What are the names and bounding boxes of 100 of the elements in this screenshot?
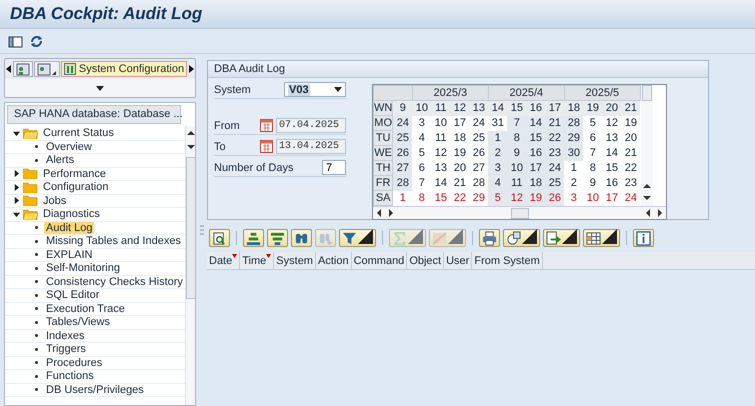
- icon-tab[interactable]: [34, 61, 60, 77]
- number-field[interactable]: 7: [322, 160, 346, 175]
- tree-item[interactable]: Indexes: [44, 330, 87, 342]
- scroll-right-icon[interactable]: [656, 209, 664, 217]
- calendar-day[interactable]: 12: [507, 190, 526, 206]
- week-number[interactable]: 14: [488, 100, 508, 116]
- column-header[interactable]: From System: [472, 252, 543, 269]
- date-field[interactable]: 07.04.2025: [276, 118, 346, 133]
- filter-button[interactable]: [339, 229, 376, 247]
- system-dropdown[interactable]: V03: [284, 82, 346, 97]
- tree-item[interactable]: Tables/Views: [44, 316, 112, 328]
- panel-toggle-icon[interactable]: [8, 34, 23, 48]
- details-button[interactable]: [209, 229, 230, 247]
- calendar-day[interactable]: 31: [488, 116, 508, 130]
- scroll-down-icon[interactable]: [642, 194, 651, 202]
- calendar-day[interactable]: 23: [545, 146, 564, 160]
- find-button[interactable]: [291, 229, 312, 247]
- expand-arrow-icon[interactable]: [13, 197, 20, 204]
- calendar-day[interactable]: 15: [526, 130, 546, 146]
- scroll-up-icon[interactable]: [642, 182, 651, 190]
- column-header[interactable]: Command: [352, 252, 408, 269]
- week-number[interactable]: 12: [450, 100, 470, 116]
- tree-folder-label[interactable]: Current Status: [41, 127, 116, 140]
- week-number[interactable]: 11: [431, 100, 450, 116]
- week-number[interactable]: 20: [602, 100, 622, 116]
- calendar-day[interactable]: 21: [545, 116, 564, 130]
- calendar-icon[interactable]: [260, 119, 273, 132]
- dropdown-arrow-icon[interactable]: [334, 87, 342, 92]
- calendar-day[interactable]: 16: [526, 146, 546, 160]
- menu-arrow-icon[interactable]: [602, 229, 617, 244]
- tree-item[interactable]: Missing Tables and Indexes: [44, 235, 183, 248]
- calendar-day[interactable]: 8: [507, 130, 526, 146]
- sort-up-button[interactable]: [243, 229, 264, 247]
- week-number[interactable]: 18: [564, 100, 584, 116]
- icon-tab[interactable]: [12, 61, 33, 77]
- tree-item[interactable]: Self-Monitoring: [44, 262, 122, 274]
- calendar-day[interactable]: 29: [564, 130, 584, 146]
- tree-item[interactable]: Alerts: [44, 154, 76, 166]
- system-configuration-tab[interactable]: System Configuration: [60, 61, 188, 77]
- calendar-day[interactable]: 18: [526, 176, 546, 190]
- tree-item[interactable]: Triggers: [44, 343, 88, 356]
- date-field[interactable]: 13.04.2025: [276, 139, 346, 154]
- calendar-day[interactable]: 10: [507, 160, 526, 176]
- calendar-day[interactable]: 4: [488, 176, 508, 190]
- calendar-day[interactable]: 28: [564, 116, 584, 130]
- week-number[interactable]: 16: [526, 100, 546, 116]
- column-header[interactable]: Date: [207, 252, 240, 269]
- calendar-day[interactable]: 25: [545, 176, 564, 190]
- splitter-handle-icon[interactable]: [200, 224, 204, 236]
- collapse-arrow-icon[interactable]: [13, 130, 20, 137]
- column-header[interactable]: System: [274, 252, 316, 269]
- menu-arrow-icon[interactable]: [358, 229, 373, 244]
- week-number[interactable]: 17: [545, 100, 564, 116]
- calendar-day[interactable]: 11: [507, 176, 526, 190]
- tree-item[interactable]: Functions: [44, 370, 96, 382]
- scroll-thumb[interactable]: [186, 157, 195, 299]
- tree-item[interactable]: Audit Log: [44, 222, 94, 234]
- calendar-day[interactable]: 14: [526, 116, 546, 130]
- scroll-left-icon[interactable]: [375, 209, 383, 217]
- calendar-day[interactable]: 22: [545, 130, 564, 146]
- calendar-icon[interactable]: [260, 140, 273, 153]
- calendar-day[interactable]: 24: [545, 160, 564, 176]
- layout-button[interactable]: [583, 229, 620, 247]
- scroll-thumb[interactable]: [510, 208, 528, 218]
- refresh-icon[interactable]: [29, 34, 44, 48]
- column-header[interactable]: Object: [407, 252, 444, 269]
- tree-item[interactable]: SQL Editor: [44, 289, 102, 302]
- week-number[interactable]: 10: [412, 100, 432, 116]
- views-button[interactable]: [503, 229, 540, 247]
- week-number[interactable]: 13: [469, 100, 488, 116]
- tree-item[interactable]: Consistency Checks History: [44, 276, 185, 288]
- week-number[interactable]: 15: [507, 100, 526, 116]
- tree-item[interactable]: EXPLAIN: [44, 248, 94, 261]
- dropdown-arrow-icon[interactable]: [96, 86, 104, 90]
- scroll-thumb[interactable]: [642, 85, 652, 101]
- menu-arrow-icon[interactable]: [562, 229, 577, 244]
- menu-arrow-icon[interactable]: [522, 229, 537, 244]
- tree-item[interactable]: Procedures: [44, 356, 104, 369]
- calendar-day[interactable]: 1: [488, 130, 508, 146]
- expand-arrow-icon[interactable]: [13, 184, 20, 191]
- calendar-day[interactable]: 5: [488, 190, 508, 206]
- week-number[interactable]: 19: [583, 100, 602, 116]
- export-button[interactable]: [543, 229, 580, 247]
- scroll-up-icon[interactable]: [187, 129, 195, 137]
- tree-folder-label[interactable]: Jobs: [41, 194, 68, 207]
- collapse-arrow-icon[interactable]: [13, 210, 20, 218]
- column-header[interactable]: Time: [240, 252, 274, 269]
- tree-folder-label[interactable]: Configuration: [41, 181, 110, 194]
- calendar-day[interactable]: 30: [564, 146, 584, 160]
- calendar-day[interactable]: 2: [488, 146, 508, 160]
- calendar-day[interactable]: 19: [526, 190, 546, 206]
- column-header[interactable]: User: [444, 252, 472, 269]
- column-header[interactable]: Action: [316, 252, 352, 269]
- info-button[interactable]: [633, 229, 654, 247]
- tree-item[interactable]: DB Users/Privileges: [44, 384, 146, 396]
- scroll-left-icon[interactable]: [644, 209, 652, 217]
- scroll-right-icon[interactable]: [387, 209, 395, 217]
- calendar-day[interactable]: 26: [545, 190, 564, 206]
- tree-folder-label[interactable]: Diagnostics: [41, 208, 102, 220]
- calendar-day[interactable]: 7: [507, 116, 526, 130]
